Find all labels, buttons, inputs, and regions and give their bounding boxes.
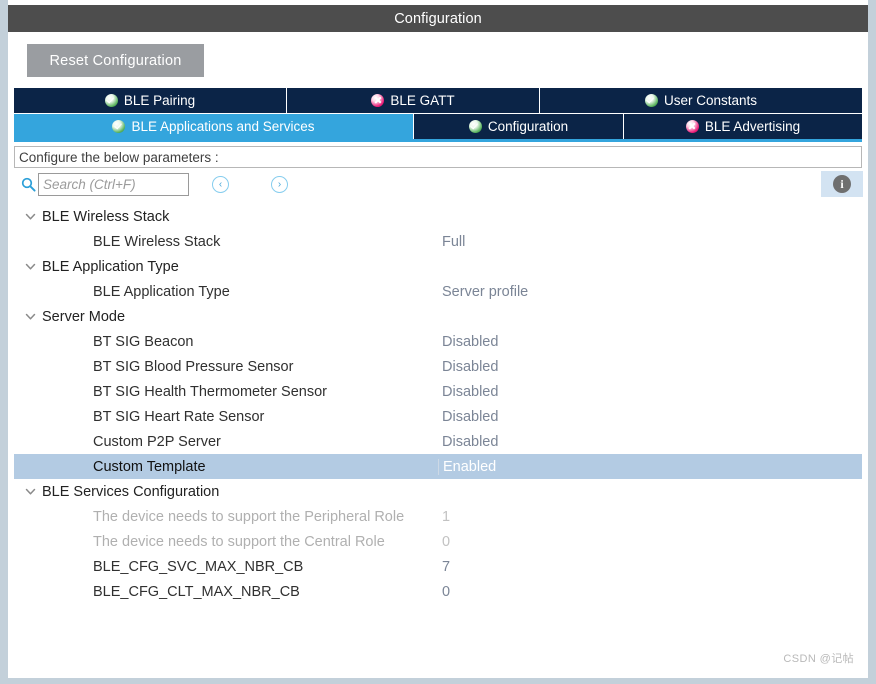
tree-row[interactable]: BLE Application Type Server profile — [14, 279, 862, 304]
parameter-label: The device needs to support the Central … — [93, 534, 385, 550]
tab-configuration[interactable]: Configuration — [414, 114, 624, 139]
status-ok-icon — [645, 94, 658, 107]
parameter-label: BLE Wireless Stack — [93, 234, 220, 250]
watermark: CSDN @记帖 — [783, 650, 854, 666]
window-frame-right — [868, 0, 876, 684]
search-icon — [21, 177, 36, 192]
parameter-label: Custom P2P Server — [93, 434, 221, 450]
instruction-text: Configure the below parameters : — [19, 150, 219, 165]
status-error-icon — [371, 94, 384, 107]
tree-row[interactable]: BLE_CFG_CLT_MAX_NBR_CB 0 — [14, 579, 862, 604]
tab-bar-row-1: BLE Pairing BLE GATT User Constants — [14, 88, 862, 113]
tree-row[interactable]: Custom P2P Server Disabled — [14, 429, 862, 454]
tree-row[interactable]: The device needs to support the Peripher… — [14, 504, 862, 529]
configuration-window: Configuration Reset Configuration BLE Pa… — [0, 0, 876, 684]
reset-configuration-button[interactable]: Reset Configuration — [27, 44, 204, 77]
chevron-down-icon[interactable] — [23, 254, 37, 279]
tree-row[interactable]: The device needs to support the Central … — [14, 529, 862, 554]
tab-bar-row-2: BLE Applications and Services Configurati… — [14, 114, 862, 139]
status-ok-icon — [469, 120, 482, 133]
tree-group-label: BLE Wireless Stack — [42, 209, 169, 225]
tree-row[interactable]: BT SIG Heart Rate Sensor Disabled — [14, 404, 862, 429]
tab-ble-pairing[interactable]: BLE Pairing — [14, 88, 287, 113]
parameter-value[interactable]: Disabled — [442, 384, 498, 400]
tab-label: BLE Applications and Services — [131, 119, 314, 134]
parameter-value[interactable]: 0 — [442, 534, 450, 550]
page-title: Configuration — [394, 11, 482, 27]
status-ok-icon — [112, 120, 125, 133]
tree-row[interactable]: BT SIG Health Thermometer Sensor Disabled — [14, 379, 862, 404]
tree-group-row[interactable]: BLE Services Configuration — [14, 479, 862, 504]
parameter-value[interactable]: Full — [442, 234, 465, 250]
tab-label: Configuration — [488, 119, 568, 134]
parameter-label: Custom Template — [93, 459, 206, 475]
parameter-label: BT SIG Beacon — [93, 334, 193, 350]
parameter-label: BT SIG Blood Pressure Sensor — [93, 359, 293, 375]
parameter-value[interactable]: Disabled — [442, 434, 498, 450]
parameter-value[interactable]: 1 — [442, 509, 450, 525]
parameter-label: BLE_CFG_CLT_MAX_NBR_CB — [93, 584, 300, 600]
tab-underline — [14, 139, 862, 142]
instruction-bar: Configure the below parameters : — [14, 146, 862, 168]
tab-ble-applications-and-services[interactable]: BLE Applications and Services — [14, 114, 414, 139]
window-frame-bottom — [0, 678, 876, 684]
info-icon: i — [833, 175, 851, 193]
search-next-icon[interactable]: › — [271, 176, 288, 193]
tree-group-label: BLE Application Type — [42, 259, 179, 275]
info-button[interactable]: i — [821, 171, 863, 197]
parameter-label: BLE_CFG_SVC_MAX_NBR_CB — [93, 559, 303, 575]
parameter-value[interactable]: 7 — [442, 559, 450, 575]
parameter-label: The device needs to support the Peripher… — [93, 509, 404, 525]
tree-row[interactable]: BT SIG Blood Pressure Sensor Disabled — [14, 354, 862, 379]
tree-group-row[interactable]: BLE Wireless Stack — [14, 204, 862, 229]
tree-row[interactable]: BT SIG Beacon Disabled — [14, 329, 862, 354]
search-toolbar: ‹ › i — [14, 169, 862, 201]
tab-ble-gatt[interactable]: BLE GATT — [287, 88, 540, 113]
search-previous-icon[interactable]: ‹ — [212, 176, 229, 193]
parameter-value[interactable]: Disabled — [442, 359, 498, 375]
tree-row-selected[interactable]: Custom Template Enabled — [14, 454, 862, 479]
tab-label: BLE GATT — [390, 93, 454, 108]
tree-row[interactable]: BLE_CFG_SVC_MAX_NBR_CB 7 — [14, 554, 862, 579]
search-input[interactable] — [38, 173, 189, 196]
parameter-value[interactable]: Disabled — [442, 334, 498, 350]
tab-ble-advertising[interactable]: BLE Advertising — [624, 114, 862, 139]
status-ok-icon — [105, 94, 118, 107]
window-title-bar: Configuration — [8, 5, 868, 32]
parameter-value[interactable]: Enabled — [438, 459, 496, 475]
parameter-label: BT SIG Health Thermometer Sensor — [93, 384, 327, 400]
parameter-tree: BLE Wireless Stack BLE Wireless Stack Full… — [14, 204, 862, 652]
chevron-down-icon[interactable] — [23, 479, 37, 504]
tab-label: User Constants — [664, 93, 757, 108]
chevron-down-icon[interactable] — [23, 304, 37, 329]
tree-group-label: Server Mode — [42, 309, 125, 325]
parameter-value[interactable]: 0 — [442, 584, 450, 600]
tab-label: BLE Advertising — [705, 119, 800, 134]
tree-group-label: BLE Services Configuration — [42, 484, 219, 500]
parameter-value[interactable]: Disabled — [442, 409, 498, 425]
tab-user-constants[interactable]: User Constants — [540, 88, 862, 113]
parameter-label: BT SIG Heart Rate Sensor — [93, 409, 264, 425]
tree-row[interactable]: BLE Wireless Stack Full — [14, 229, 862, 254]
tab-label: BLE Pairing — [124, 93, 195, 108]
window-frame-left — [0, 0, 8, 684]
parameter-label: BLE Application Type — [93, 284, 230, 300]
toolbar: Reset Configuration — [9, 32, 867, 87]
chevron-down-icon[interactable] — [23, 204, 37, 229]
status-error-icon — [686, 120, 699, 133]
tree-group-row[interactable]: Server Mode — [14, 304, 862, 329]
parameter-value[interactable]: Server profile — [442, 284, 528, 300]
tree-group-row[interactable]: BLE Application Type — [14, 254, 862, 279]
